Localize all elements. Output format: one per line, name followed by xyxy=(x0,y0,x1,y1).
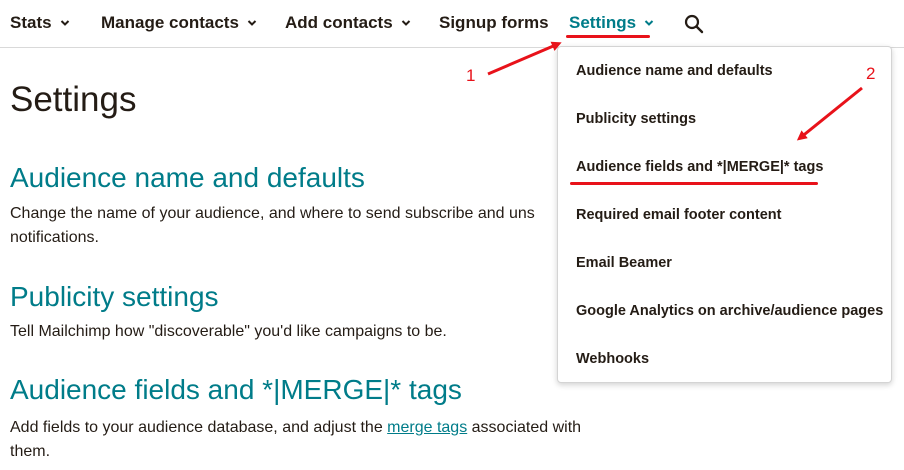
menu-item-audience-name[interactable]: Audience name and defaults xyxy=(576,63,773,79)
section-heading-audience-name[interactable]: Audience name and defaults xyxy=(10,162,365,194)
top-nav: Stats Manage contacts Add contacts Signu… xyxy=(0,0,904,48)
chevron-down-icon xyxy=(401,20,410,26)
nav-add-contacts[interactable]: Add contacts xyxy=(285,13,411,33)
chevron-down-icon xyxy=(644,20,654,26)
nav-signup-forms-label: Signup forms xyxy=(439,13,549,32)
annotation-number-2: 2 xyxy=(866,64,876,83)
section-heading-audience-fields[interactable]: Audience fields and *|MERGE|* tags xyxy=(10,374,462,406)
section-desc-line2: notifications. xyxy=(10,229,99,246)
section-desc-line1: Change the name of your audience, and wh… xyxy=(10,205,535,222)
section-desc-line2: them. xyxy=(10,443,51,460)
nav-stats[interactable]: Stats xyxy=(10,13,70,33)
menu-item-email-footer[interactable]: Required email footer content xyxy=(576,207,781,223)
menu-item-publicity[interactable]: Publicity settings xyxy=(576,111,696,127)
nav-manage-contacts[interactable]: Manage contacts xyxy=(101,13,257,33)
section-desc-publicity: Tell Mailchimp how "discoverable" you'd … xyxy=(10,323,447,340)
section-desc-audience-name: Change the name of your audience, and wh… xyxy=(10,202,630,250)
menu-item-webhooks[interactable]: Webhooks xyxy=(576,351,649,367)
section-desc-pre: Add fields to your audience database, an… xyxy=(10,419,388,436)
nav-add-contacts-label: Add contacts xyxy=(285,13,393,32)
nav-settings-label: Settings xyxy=(569,13,637,32)
nav-stats-label: Stats xyxy=(10,13,52,32)
chevron-down-icon xyxy=(60,20,69,26)
annotation-arrow-1 xyxy=(487,41,562,76)
chevron-down-icon xyxy=(247,20,257,26)
section-desc-post: associated with xyxy=(467,419,582,436)
search-icon[interactable] xyxy=(684,14,704,34)
section-desc-audience-fields: Add fields to your audience database, an… xyxy=(10,416,630,464)
section-heading-publicity[interactable]: Publicity settings xyxy=(10,281,219,313)
settings-dropdown-menu: Audience name and defaults Publicity set… xyxy=(557,46,892,383)
menu-item-google-analytics[interactable]: Google Analytics on archive/audience pag… xyxy=(576,303,883,319)
annotation-number-1: 1 xyxy=(466,66,476,85)
menu-item-audience-fields[interactable]: Audience fields and *|MERGE|* tags xyxy=(576,159,823,175)
nav-signup-forms[interactable]: Signup forms xyxy=(439,13,549,33)
audience-fields-annotation-underline xyxy=(570,182,818,185)
menu-item-email-beamer[interactable]: Email Beamer xyxy=(576,255,672,271)
nav-settings[interactable]: Settings xyxy=(569,13,654,33)
page-title: Settings xyxy=(10,80,137,119)
settings-annotation-underline xyxy=(566,35,650,38)
merge-tags-link[interactable]: merge tags xyxy=(387,419,467,436)
nav-manage-contacts-label: Manage contacts xyxy=(101,13,239,32)
